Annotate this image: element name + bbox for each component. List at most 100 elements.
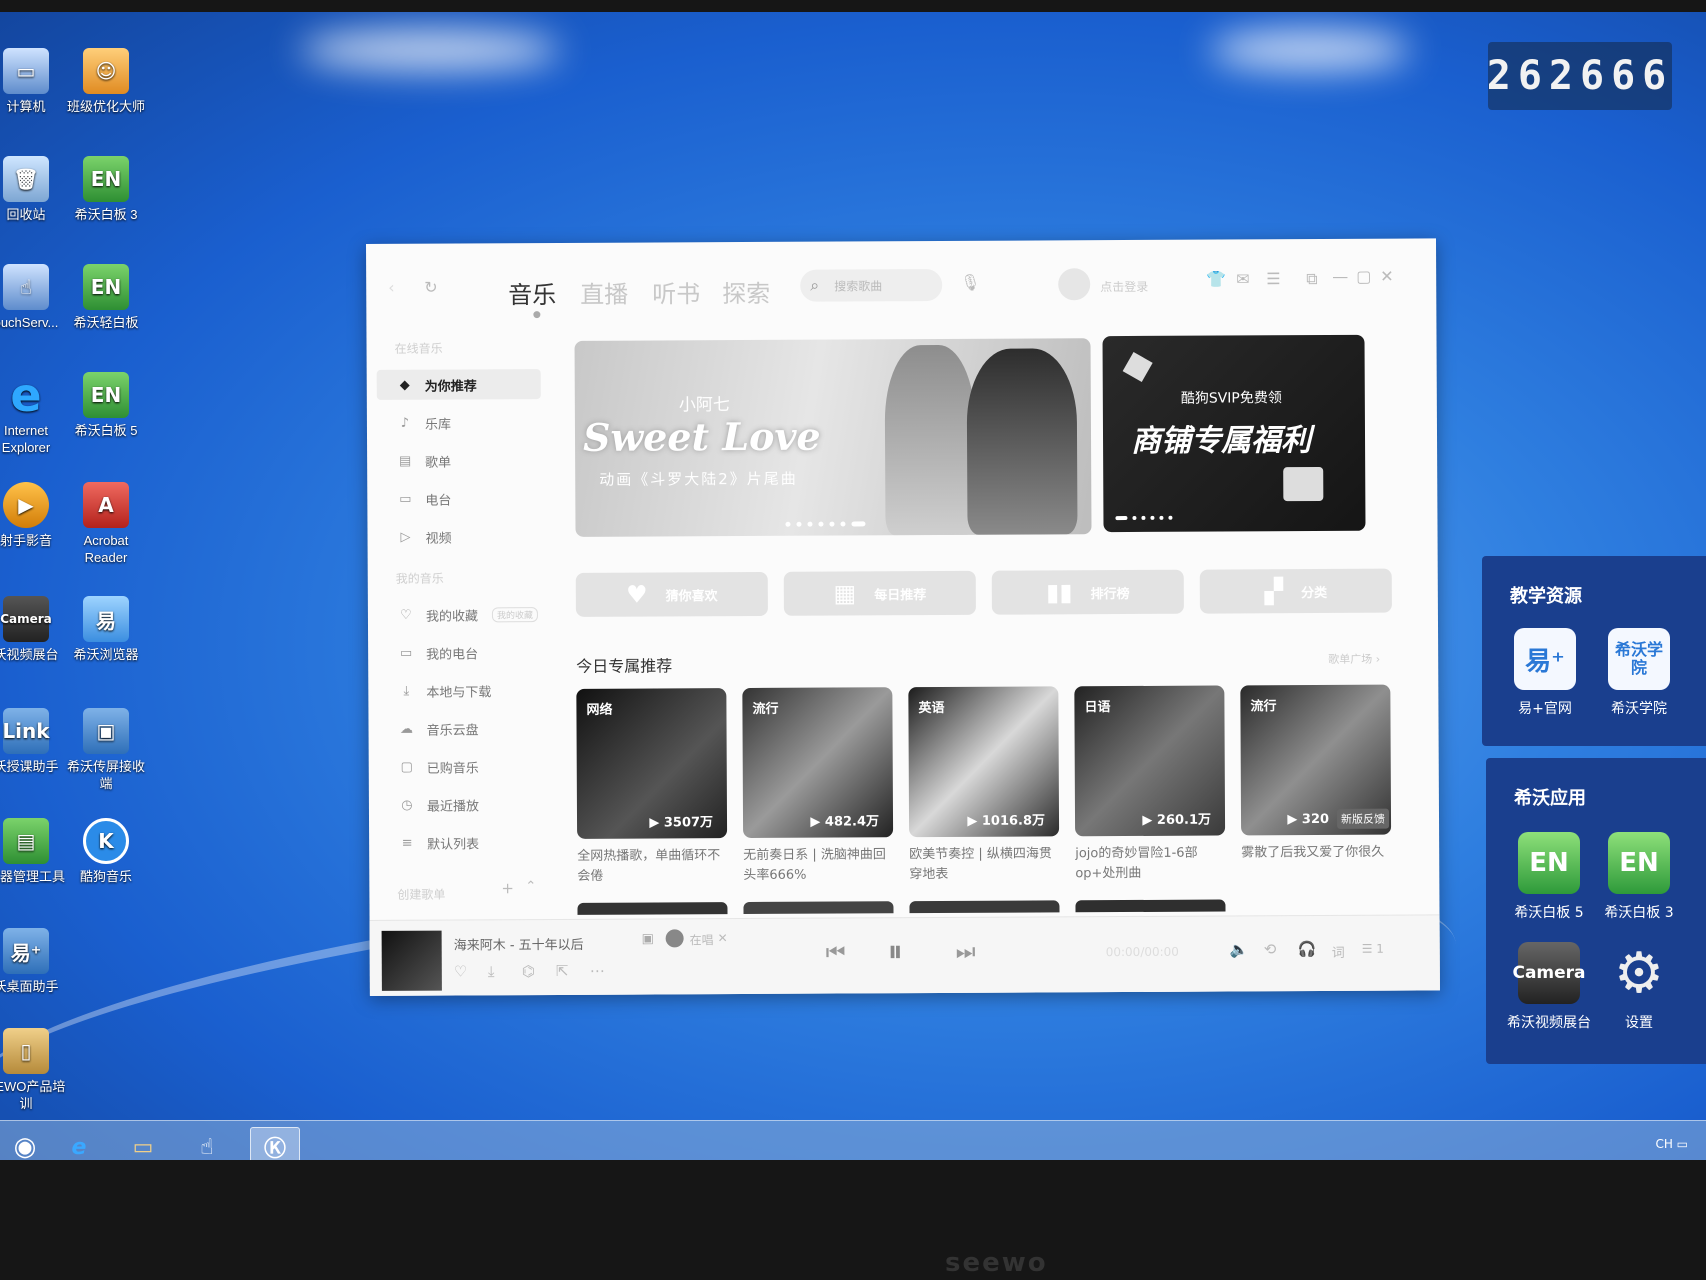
sidebar-item-purchased[interactable]: ▢ 已购音乐 — [379, 751, 543, 782]
seewo-academy-tile[interactable]: 希沃学院 希沃学院 — [1594, 628, 1684, 718]
previous-icon[interactable]: ⏮ — [826, 940, 846, 965]
svip-carousel-dots[interactable] — [1115, 515, 1173, 521]
desktop-icon-easinote-light[interactable]: EN 希沃轻白板 — [66, 264, 146, 331]
desktop-icon-easinote3[interactable]: EN 希沃白板 3 — [66, 156, 146, 223]
desktop-icon-ie[interactable]: e Internet Explorer — [0, 368, 66, 456]
microphone-icon[interactable]: 🎙 — [960, 273, 980, 292]
sidebar-item-library[interactable]: ♪ 乐库 — [377, 407, 541, 438]
sidebar-item-recent[interactable]: ◷ 最近播放 — [379, 789, 543, 820]
download-icon[interactable]: ⤓ — [488, 962, 495, 980]
easinote5-tile[interactable]: EN 希沃白板 5 — [1504, 832, 1594, 922]
share-icon[interactable]: ⌬ — [522, 962, 535, 980]
close-icon[interactable]: ✕ — [1380, 267, 1394, 286]
desktop-icon-link[interactable]: Link 沃授课助手 — [0, 708, 66, 775]
desktop-icon-class-optimizer[interactable]: ☺ 班级优化大师 — [66, 48, 146, 115]
desktop-icon-recycle-bin[interactable]: 🗑 回收站 — [0, 156, 66, 223]
singer-avatar[interactable] — [665, 929, 684, 948]
sidebar-item-recommend[interactable]: ◆ 为你推荐 — [376, 369, 541, 400]
sidebar-item-my-radio[interactable]: ▭ 我的电台 — [378, 637, 542, 668]
desktop-icon-computer[interactable]: ▭ 计算机 — [0, 48, 66, 115]
mini-mode-icon[interactable]: ⧉ — [1306, 269, 1318, 289]
tab-explore[interactable]: 探索 — [722, 274, 770, 309]
lyrics-button[interactable]: 词 — [1332, 942, 1345, 961]
desktop-icon-label: 沃视频展台 — [0, 647, 59, 662]
mail-icon[interactable]: ✉ — [1236, 269, 1250, 288]
desktop-icon-media-player[interactable]: ▶ 射手影音 — [0, 482, 66, 549]
taskbar-explorer-folder-icon[interactable]: ▭ — [118, 1127, 168, 1160]
add-playlist-icon[interactable]: + — [501, 879, 514, 897]
more-icon[interactable]: ⋯ — [590, 962, 605, 980]
main-banner[interactable]: 小阿七 Sweet Love 动画《斗罗大陆2》片尾曲 — [574, 338, 1092, 537]
sound-effect-icon[interactable]: 🎧 — [1298, 940, 1317, 958]
now-playing-title[interactable]: 海来阿木 - 五十年以后 — [454, 934, 584, 954]
banner-carousel-dots[interactable] — [785, 521, 866, 527]
queue-button[interactable]: ☰ 1 — [1362, 942, 1384, 956]
start-button[interactable]: ◉ — [0, 1127, 50, 1160]
maximize-icon[interactable]: ▢ — [1356, 267, 1371, 286]
desktop-icon-browser[interactable]: 易 希沃浏览器 — [66, 596, 146, 663]
sidebar-item-radio[interactable]: ▭ 电台 — [377, 483, 541, 514]
tab-music[interactable]: 音乐 — [508, 275, 556, 310]
tab-audiobook[interactable]: 听书 — [652, 274, 700, 309]
camera-icon: Camera — [0, 596, 52, 642]
collapse-icon[interactable]: ⌃ — [525, 879, 536, 894]
album-art[interactable] — [381, 930, 442, 991]
feedback-badge[interactable]: 新版反馈 — [1336, 808, 1390, 829]
settings-tile[interactable]: ⚙ 设置 — [1594, 941, 1684, 1032]
playlist-card[interactable]: 日语 ▶ 260.1万 jojo的奇妙冒险1-6部op+处刑曲 — [1074, 685, 1226, 885]
next-icon[interactable]: ⏭ — [956, 940, 976, 965]
easinote3-tile[interactable]: EN 希沃白板 3 — [1594, 832, 1684, 922]
play-count: ▶ 260.1万 — [1142, 812, 1212, 828]
video-booth-tile[interactable]: Camera 希沃视频展台 — [1504, 942, 1594, 1032]
player-bar: 海来阿木 - 五十年以后 ▣ 在唱 ✕ ♡ ⤓ ⌬ ⇱ ⋯ ⏮ ⏸ ⏭ 00:0… — [369, 914, 1440, 996]
desktop-icon-kugou[interactable]: K 酷狗音乐 — [66, 818, 146, 885]
sidebar-item-video[interactable]: ▷ 视频 — [377, 521, 541, 552]
sidebar-item-default-list[interactable]: ≡ 默认列表 — [379, 827, 543, 858]
back-icon[interactable]: ‹ — [388, 278, 395, 297]
export-icon[interactable]: ⇱ — [556, 962, 569, 980]
playlist-card[interactable]: 英语 ▶ 1016.8万 欧美节奏控 | 纵横四海贯穿地表 — [908, 686, 1060, 885]
language-indicator[interactable]: CH — [1655, 1137, 1672, 1151]
tab-live[interactable]: 直播 — [580, 275, 628, 310]
like-icon[interactable]: ♡ — [454, 962, 468, 980]
desktop-icon-label: 希沃白板 5 — [74, 423, 138, 438]
playlist-card[interactable]: 流行 ▶ 320 新版反馈 雾散了后我又爱了你很久 — [1240, 684, 1392, 884]
guess-you-like-button[interactable]: ♥ 猜你喜欢 — [575, 571, 768, 617]
sidebar-item-cloud[interactable]: ☁ 音乐云盘 — [378, 713, 542, 744]
sidebar-item-local-download[interactable]: ⤓ 本地与下载 — [378, 675, 542, 706]
minimize-icon[interactable]: — — [1332, 267, 1348, 286]
desktop-icon-acrobat[interactable]: A Acrobat Reader — [66, 482, 146, 566]
pause-icon[interactable]: ⏸ — [888, 934, 903, 969]
taskbar-touch-service-icon[interactable]: ☝ — [182, 1127, 232, 1160]
rankings-button[interactable]: ▮▮ 排行榜 — [991, 569, 1184, 615]
close-icon[interactable]: ✕ — [718, 931, 728, 945]
loop-icon[interactable]: ⟲ — [1264, 940, 1277, 958]
desktop-icon-camera[interactable]: Camera 沃视频展台 — [0, 596, 66, 663]
daily-recommend-button[interactable]: ▦ 每日推荐 — [783, 570, 976, 616]
volume-icon[interactable]: 🔈 — [1230, 940, 1249, 958]
sidebar-item-playlists[interactable]: ▤ 歌单 — [377, 445, 541, 476]
search-input[interactable]: ⌕ 搜索歌曲 — [800, 268, 943, 302]
sidebar-item-favorites[interactable]: ♡ 我的收藏 我的收藏 — [378, 599, 542, 630]
categories-button[interactable]: ▞ 分类 — [1199, 568, 1392, 614]
avatar[interactable] — [1058, 268, 1091, 301]
menu-icon[interactable]: ☰ — [1266, 269, 1280, 288]
skin-icon[interactable]: 👕 — [1206, 269, 1226, 288]
svip-banner[interactable]: 酷狗SVIP免费领 商铺专属福利 — [1102, 334, 1366, 533]
taskbar-kugou-icon[interactable]: Ⓚ — [250, 1127, 300, 1160]
login-link[interactable]: 点击登录 — [1100, 278, 1148, 295]
desktop-icon-easinote5[interactable]: EN 希沃白板 5 — [66, 372, 146, 439]
desktop-icon-manager[interactable]: ▤ 驱器管理工具 — [0, 818, 66, 885]
system-tray[interactable]: CH ▭ — [1655, 1137, 1688, 1151]
desktop-icon-touch-service[interactable]: ☝ ouchServ... — [0, 264, 66, 331]
refresh-icon[interactable]: ↻ — [424, 278, 438, 297]
playlist-card[interactable]: 网络 ▶ 3507万 全网热播歌，单曲循环不会倦 — [576, 688, 728, 887]
playlist-card[interactable]: 流行 ▶ 482.4万 无前奏日系 | 洗脑神曲回头率666% — [742, 687, 894, 886]
playlist-square-link[interactable]: 歌单广场 › — [1328, 651, 1380, 667]
mv-icon[interactable]: ▣ — [642, 932, 654, 947]
desktop-icon-desktop-assistant[interactable]: 易⁺ 沃桌面助手 — [0, 928, 66, 995]
desktop-icon-training-folder[interactable]: ▯ EEWO产品培训 — [0, 1028, 66, 1112]
desktop-icon-screen-share[interactable]: ▣ 希沃传屏接收端 — [66, 708, 146, 792]
taskbar-ie[interactable]: e — [54, 1127, 104, 1160]
yi-plus-website-tile[interactable]: 易⁺ 易+官网 — [1500, 628, 1590, 718]
